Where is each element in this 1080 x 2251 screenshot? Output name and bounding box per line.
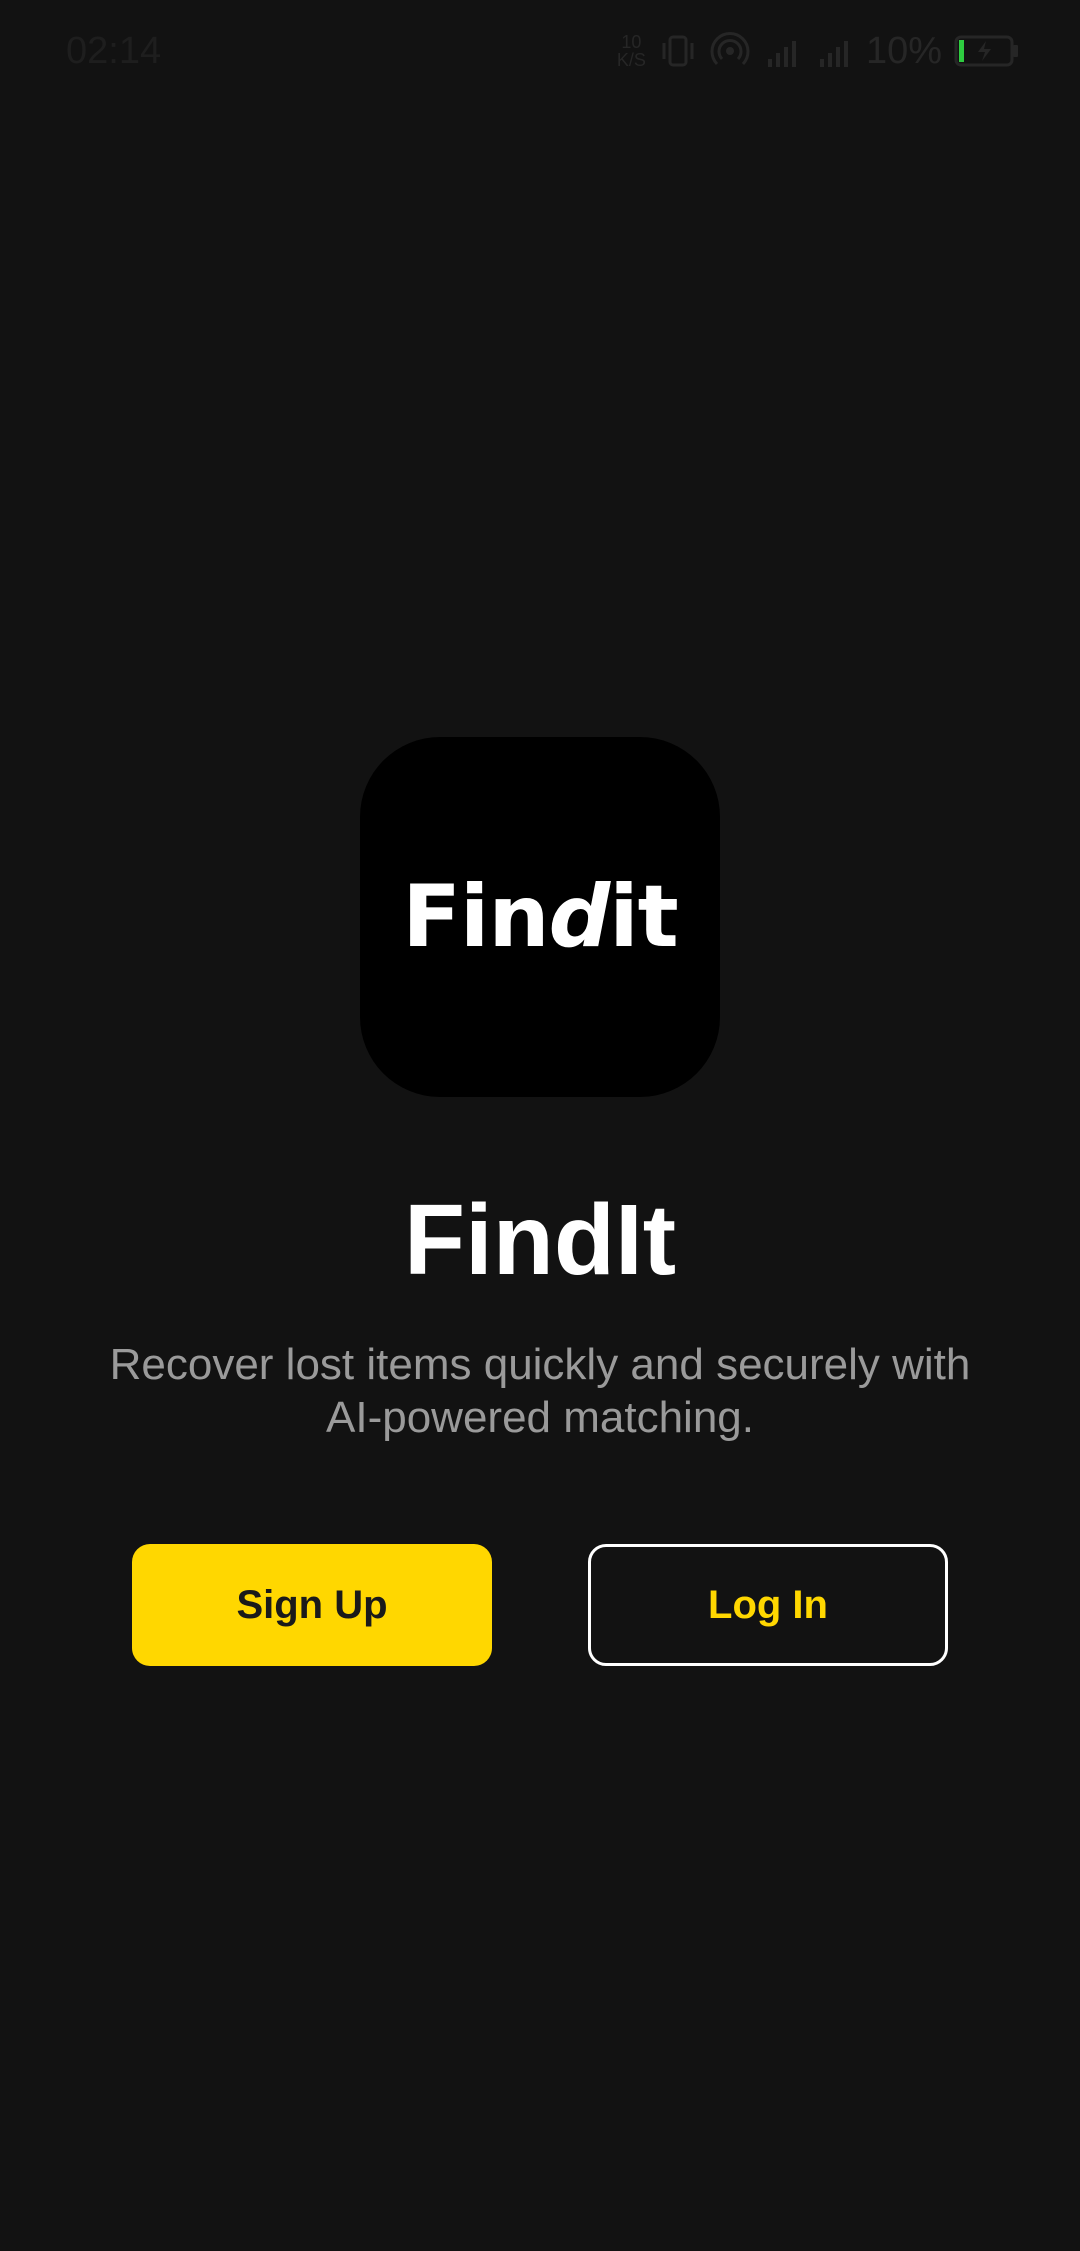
battery-percent: 10% bbox=[865, 29, 942, 72]
signal-4g-icon bbox=[762, 31, 802, 71]
log-in-button[interactable]: Log In bbox=[588, 1544, 948, 1666]
app-logo: Findit bbox=[360, 737, 720, 1097]
logo-text-part-1: Fin bbox=[402, 867, 549, 967]
app-logo-wordmark: Findit bbox=[402, 867, 679, 967]
app-tagline: Recover lost items quickly and securely … bbox=[109, 1340, 971, 1442]
vibrate-icon bbox=[658, 33, 698, 69]
network-speed-unit: K/S bbox=[616, 50, 646, 70]
app-title: FindIt bbox=[403, 1184, 677, 1296]
hotspot-icon bbox=[710, 31, 750, 71]
logo-text-part-2: d bbox=[548, 867, 611, 967]
sign-up-button[interactable]: Sign Up bbox=[132, 1544, 492, 1666]
status-time: 02:14 bbox=[66, 30, 162, 72]
welcome-screen: 02:14 10 K/S 10% Findit FindIt Recover l… bbox=[0, 0, 1080, 2251]
status-bar: 02:14 10 K/S 10% bbox=[0, 0, 1080, 100]
network-speed-value: 10 bbox=[621, 32, 642, 52]
status-icons: 10 K/S 10% bbox=[617, 26, 1020, 76]
logo-text-part-3: it bbox=[609, 867, 679, 967]
network-speed: 10 K/S bbox=[617, 33, 646, 69]
battery-charging-icon bbox=[954, 33, 1020, 69]
signal-icon bbox=[814, 31, 854, 71]
